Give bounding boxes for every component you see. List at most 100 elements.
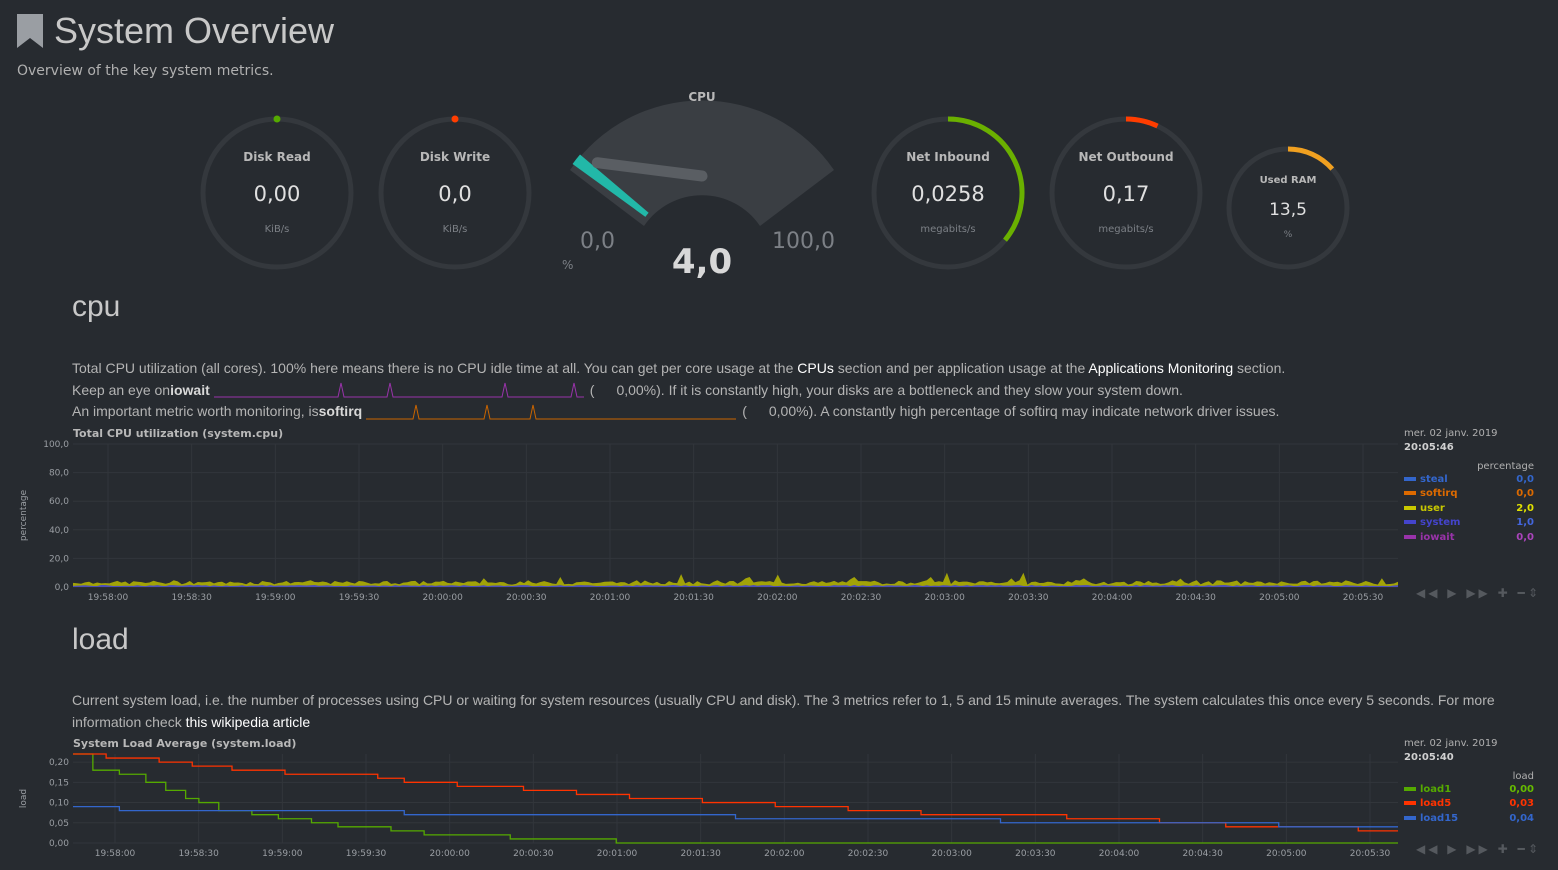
- legend-name: softirq: [1420, 488, 1458, 500]
- cpu-desc-text-2: section and per application usage at the: [833, 360, 1089, 376]
- used-ram-gauge[interactable]: Used RAM 13,5 %: [1226, 146, 1350, 270]
- page-title: System Overview: [54, 10, 335, 51]
- page-subtitle: Overview of the key system metrics.: [17, 63, 274, 79]
- net-outbound-gauge[interactable]: Net Outbound 0,17 megabits/s: [1049, 116, 1203, 270]
- cpu-desc-text-3: section.: [1233, 360, 1286, 376]
- x-tick-label: 20:03:00: [924, 593, 965, 603]
- cpus-link[interactable]: CPUs: [797, 360, 834, 376]
- used-ram-arc: [1287, 146, 1335, 171]
- legend-name: iowait: [1420, 531, 1455, 543]
- net-outbound-value: 0,17: [1103, 182, 1150, 206]
- legend-row-system[interactable]: system 1,0: [1404, 516, 1534, 531]
- cpu-desc-text: Total CPU utilization (all cores). 100% …: [72, 360, 798, 376]
- legend-name: load5: [1420, 798, 1452, 810]
- y-axis-label: percentage: [19, 489, 29, 541]
- cpu-chart-controls[interactable]: ◀◀ ▶ ▶▶ ✚ ━: [1416, 586, 1528, 600]
- legend-swatch: [1404, 786, 1416, 791]
- net-outbound-unit: megabits/s: [1098, 224, 1153, 235]
- disk-write-value: 0,0: [438, 182, 471, 206]
- applications-monitoring-link[interactable]: Applications Monitoring: [1088, 360, 1233, 376]
- x-tick-label: 19:58:00: [88, 593, 129, 603]
- y-tick-label: 0,05: [49, 819, 69, 829]
- disk-read-unit: KiB/s: [265, 224, 290, 235]
- cpu-gauge-value: 4,0: [672, 242, 732, 282]
- disk-read-gauge[interactable]: Disk Read 0,00 KiB/s: [200, 115, 354, 270]
- gauges-row: Disk Read 0,00 KiB/s Disk Write 0,0 KiB/…: [200, 90, 1350, 282]
- iowait-value: 0,00%: [616, 381, 657, 398]
- softirq-sparkline[interactable]: [366, 403, 738, 421]
- y-tick-label: 0,0: [55, 583, 70, 593]
- legend-swatch: [1404, 815, 1416, 820]
- cpu-legend-time: 20:05:46: [1404, 442, 1454, 453]
- x-tick-label: 20:01:00: [590, 593, 631, 603]
- net-outbound-label: Net Outbound: [1078, 150, 1173, 164]
- iowait-desc-text-2: ). If it is constantly high, your disks …: [656, 381, 1183, 398]
- y-tick-label: 0,00: [49, 839, 69, 849]
- y-tick-label: 40,0: [49, 526, 69, 536]
- x-tick-label: 20:03:30: [1008, 593, 1049, 603]
- cpu-gauge-unit: %: [562, 258, 573, 272]
- legend-swatch: [1404, 476, 1416, 481]
- used-ram-value: 13,5: [1269, 200, 1307, 220]
- legend-row-steal[interactable]: steal 0,0: [1404, 472, 1534, 487]
- load-section-description: Current system load, i.e. the number of …: [72, 690, 1532, 733]
- used-ram-label: Used RAM: [1260, 175, 1317, 186]
- load-legend-date: mer. 02 janv. 2019: [1404, 738, 1498, 749]
- iowait-paren: (: [589, 381, 595, 398]
- x-tick-label: 20:05:30: [1343, 593, 1384, 603]
- series-load15-line: [73, 805, 1398, 828]
- x-tick-label: 19:59:00: [262, 849, 303, 859]
- x-tick-label: 19:59:00: [255, 593, 296, 603]
- x-tick-label: 20:04:30: [1175, 593, 1216, 603]
- legend-row-iowait[interactable]: iowait 0,0: [1404, 530, 1534, 545]
- cpu-legend-date: mer. 02 janv. 2019: [1404, 428, 1498, 439]
- y-axis-label: load: [19, 789, 29, 808]
- net-inbound-label: Net Inbound: [906, 150, 990, 164]
- net-outbound-arc: [1125, 116, 1159, 129]
- wikipedia-link[interactable]: this wikipedia article: [186, 714, 311, 730]
- x-tick-label: 20:01:30: [673, 593, 714, 603]
- net-inbound-gauge[interactable]: Net Inbound 0,0258 megabits/s: [871, 116, 1025, 270]
- series-load1-line: [73, 753, 1398, 844]
- disk-write-unit: KiB/s: [443, 224, 468, 235]
- cpu-chart[interactable]: 0,0 20,0 40,0 60,0 80,0 100,0 19:58:00 19:58:30…: [0, 436, 1400, 606]
- legend-swatch: [1404, 534, 1416, 539]
- load-chart-controls[interactable]: ◀◀ ▶ ▶▶ ✚ ━: [1416, 842, 1528, 856]
- x-tick-label: 20:02:30: [841, 593, 882, 603]
- x-tick-label: 20:00:00: [422, 593, 463, 603]
- disk-write-gauge[interactable]: Disk Write 0,0 KiB/s: [378, 115, 532, 270]
- legend-row-softirq[interactable]: softirq 0,0: [1404, 487, 1534, 502]
- x-tick-label: 19:58:30: [178, 849, 219, 859]
- legend-row-load15[interactable]: load15 0,04: [1404, 811, 1534, 826]
- x-tick-label: 20:03:30: [1015, 849, 1056, 859]
- load-chart[interactable]: 0,00 0,05 0,10 0,15 0,20 19:58:00 19:58:30 19:5…: [0, 746, 1400, 866]
- legend-row-load5[interactable]: load5 0,03: [1404, 797, 1534, 812]
- load-chart-resize-handle[interactable]: ⇕: [1528, 842, 1541, 856]
- legend-name: steal: [1420, 473, 1448, 485]
- x-tick-label: 19:59:30: [346, 849, 387, 859]
- cpu-section-heading: cpu: [72, 290, 121, 323]
- used-ram-unit: %: [1284, 230, 1293, 240]
- cpu-chart-resize-handle[interactable]: ⇕: [1528, 586, 1541, 600]
- softirq-desc-text: An important metric worth monitoring, is: [72, 403, 319, 419]
- series-user-area: [73, 572, 1398, 587]
- legend-swatch: [1404, 505, 1416, 510]
- legend-swatch: [1404, 801, 1416, 806]
- legend-value: 1,0: [1516, 517, 1534, 529]
- cpu-gauge[interactable]: CPU 4,0 0,0 100,0 %: [562, 90, 835, 282]
- cpu-legend-units: percentage: [1477, 461, 1534, 472]
- legend-row-user[interactable]: user 2,0: [1404, 501, 1534, 516]
- y-tick-label: 20,0: [49, 554, 69, 564]
- disk-write-indicator: [451, 115, 459, 123]
- legend-row-load1[interactable]: load1 0,00: [1404, 782, 1534, 797]
- disk-read-indicator: [273, 115, 281, 123]
- legend-swatch: [1404, 491, 1416, 496]
- disk-read-value: 0,00: [254, 182, 301, 206]
- x-tick-label: 20:04:30: [1182, 849, 1223, 859]
- x-tick-label: 20:02:00: [764, 849, 805, 859]
- iowait-sparkline[interactable]: [213, 381, 586, 399]
- load-legend-units: load: [1512, 771, 1534, 782]
- softirq-value: 0,00%: [768, 403, 809, 419]
- cpu-chart-legend: mer. 02 janv. 2019 20:05:46 percentage s…: [1404, 428, 1534, 545]
- cpu-section-description: Total CPU utilization (all cores). 100% …: [72, 358, 1512, 423]
